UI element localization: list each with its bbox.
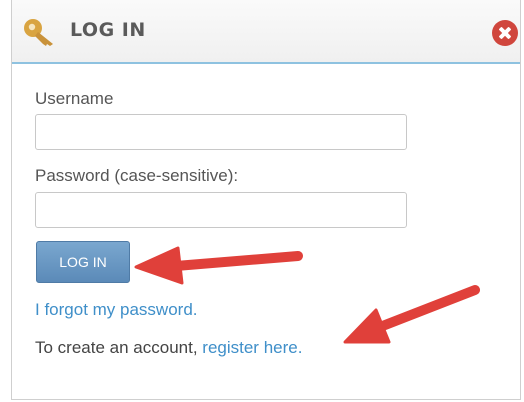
key-icon — [24, 19, 53, 46]
username-label: Username — [35, 89, 114, 108]
login-button[interactable]: LOG IN — [36, 241, 130, 283]
create-account-text: To create an account, register here. — [35, 338, 302, 358]
register-link[interactable]: register here. — [202, 338, 302, 357]
password-label: Password (case-sensitive): — [35, 166, 239, 185]
create-account-label: To create an account, — [35, 338, 203, 357]
close-icon[interactable] — [492, 20, 518, 46]
dialog-header: LOG IN — [12, 0, 520, 64]
forgot-password-link[interactable]: I forgot my password. — [35, 300, 198, 320]
dialog-title: LOG IN — [70, 19, 146, 41]
username-input[interactable] — [35, 114, 407, 150]
password-input[interactable] — [35, 192, 407, 228]
login-dialog: LOG IN Username Password (case-sensitive… — [11, 0, 521, 400]
